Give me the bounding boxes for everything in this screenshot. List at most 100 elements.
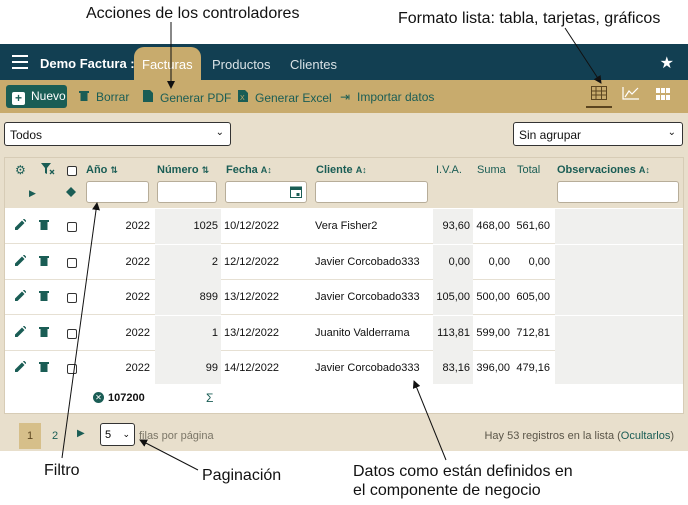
sort-az-icon: A↕ [355, 165, 367, 175]
page-1-button[interactable]: 1 [19, 423, 41, 449]
pencil-icon[interactable] [15, 360, 27, 375]
number-filter-input[interactable] [157, 181, 217, 203]
row-checkbox[interactable] [67, 328, 77, 339]
chevron-down-icon: ⌄ [122, 429, 130, 439]
cell-sum: 396,00 [476, 362, 510, 374]
records-close: ) [670, 430, 674, 442]
col-total-header: Total [517, 164, 541, 176]
table-row[interactable]: 2022 899 13/12/2022 Javier Corcobado333 105,… [5, 280, 683, 315]
table-view-icon[interactable] [586, 84, 612, 108]
col-vat-header: I.V.A. [436, 164, 462, 176]
cell-sum: 468,00 [476, 220, 510, 232]
hamburger-icon[interactable] [12, 55, 28, 69]
eraser-icon[interactable] [65, 186, 77, 201]
gear-icon[interactable]: ⚙ [15, 163, 26, 177]
cell-year: 2022 [125, 291, 150, 303]
cell-year: 2022 [125, 220, 150, 232]
screenshot-root: Acciones de los controladores Formato li… [0, 0, 688, 505]
cell-sum: 599,00 [476, 326, 510, 339]
app-window: Demo Factura : Facturas Productos Client… [0, 44, 688, 451]
group-select[interactable]: Sin agrupar ⌄ [513, 122, 683, 146]
col-year-label: Año [86, 164, 108, 176]
clear-filter-icon[interactable] [41, 163, 55, 178]
chart-view-icon[interactable] [618, 84, 644, 108]
hide-records-link[interactable]: Ocultarlos [621, 430, 671, 442]
table-row[interactable]: 2022 1 13/12/2022 Juanito Valderrama 113,81 5… [5, 315, 683, 351]
toolbar: + Nuevo Borrar Generar PDF X Generar Excel… [0, 80, 688, 113]
pencil-icon[interactable] [15, 218, 27, 233]
col-number-header[interactable]: Número ⇅ [157, 164, 209, 176]
star-icon[interactable]: ★ [660, 53, 674, 73]
trash-icon[interactable] [39, 255, 49, 269]
import-data-button[interactable]: ⇥ Importar datos [339, 90, 434, 104]
pdf-icon [142, 90, 154, 105]
cell-year: 2022 [125, 326, 150, 339]
table-row[interactable]: 2022 99 14/12/2022 Javier Corcobado333 83,16… [5, 351, 683, 386]
trash-icon[interactable] [39, 290, 49, 304]
remove-total-icon[interactable]: ✕ [93, 392, 104, 403]
col-client-header[interactable]: Cliente A↕ [316, 164, 367, 176]
cell-date: 10/12/2022 [224, 220, 280, 232]
pencil-icon[interactable] [15, 325, 27, 340]
generate-pdf-button[interactable]: Generar PDF [142, 90, 231, 105]
trash-icon[interactable] [39, 219, 49, 233]
records-text: Hay 53 registros en la lista ( [484, 430, 621, 442]
next-page-icon[interactable]: ▶ [77, 428, 85, 439]
condition-select[interactable]: Todos ⌄ [4, 122, 231, 146]
svg-text:X: X [240, 95, 245, 102]
cell-client: Juanito Valderrama [315, 326, 410, 339]
calendar-icon[interactable] [290, 185, 302, 203]
row-checkbox[interactable] [67, 222, 77, 232]
trash-icon[interactable] [39, 326, 49, 340]
col-year-header[interactable]: Año ⇅ [86, 164, 118, 176]
cell-date: 12/12/2022 [224, 255, 280, 268]
sum-icon[interactable]: Σ [206, 391, 213, 405]
col-notes-header[interactable]: Observaciones A↕ [557, 164, 650, 176]
new-button[interactable]: + Nuevo [6, 85, 67, 108]
table-row[interactable]: 2022 2 12/12/2022 Javier Corcobado333 0,00 0,… [5, 244, 683, 280]
trash-icon[interactable] [39, 361, 49, 375]
row-checkbox[interactable] [67, 257, 77, 268]
callout-data-line2: el componente de negocio [353, 482, 541, 499]
page-size-select[interactable]: 5 ⌄ [100, 423, 135, 446]
col-number-label: Número [157, 164, 199, 176]
year-filter-input[interactable] [86, 181, 149, 203]
pencil-icon[interactable] [15, 254, 27, 269]
play-icon[interactable]: ▶ [29, 188, 36, 199]
col-sum-header: Suma [477, 164, 506, 176]
row-checkbox[interactable] [67, 364, 77, 374]
tab-clientes[interactable]: Clientes [282, 47, 345, 80]
notes-col-shade [555, 244, 683, 280]
tab-facturas[interactable]: Facturas [134, 47, 201, 80]
generate-excel-button[interactable]: X Generar Excel [237, 90, 332, 105]
cell-vat: 0,00 [448, 255, 470, 268]
cell-vat: 93,60 [442, 220, 470, 232]
cards-view-icon[interactable] [650, 84, 676, 108]
list-grid: ⚙ ▶ Año ⇅ Número ⇅ Fecha A↕ Cliente A↕ I.V.A… [4, 157, 684, 414]
callout-data-line1: Datos como están definidos en [353, 463, 573, 480]
sort-az-icon: A↕ [638, 165, 650, 175]
client-filter-input[interactable] [315, 181, 428, 203]
row-checkbox[interactable] [67, 293, 77, 303]
table-row[interactable]: 2022 1025 10/12/2022 Vera Fisher2 93,60 468,0… [5, 209, 683, 244]
records-count: Hay 53 registros en la lista (Ocultarlos… [484, 430, 674, 442]
page-2-button[interactable]: 2 [52, 430, 58, 442]
generate-pdf-label: Generar PDF [160, 91, 232, 105]
delete-button[interactable]: Borrar [78, 90, 129, 104]
callout-actions: Acciones de los controladores [86, 5, 300, 22]
cell-vat: 105,00 [436, 291, 470, 303]
pencil-icon[interactable] [15, 289, 27, 304]
notes-filter-input[interactable] [557, 181, 679, 203]
cell-client: Javier Corcobado333 [315, 362, 420, 374]
totals-row: ✕ 107200 Σ [5, 384, 683, 413]
cell-total: 0,00 [528, 255, 550, 268]
cell-date: 14/12/2022 [224, 362, 280, 374]
cell-client: Javier Corcobado333 [315, 291, 420, 303]
chevron-down-icon: ⌄ [215, 127, 224, 138]
col-date-header[interactable]: Fecha A↕ [226, 164, 272, 176]
date-filter-input[interactable] [225, 181, 307, 203]
select-all-checkbox[interactable] [67, 166, 77, 176]
col-date-label: Fecha [226, 164, 258, 176]
tab-productos[interactable]: Productos [204, 47, 279, 80]
cell-date: 13/12/2022 [224, 291, 280, 303]
